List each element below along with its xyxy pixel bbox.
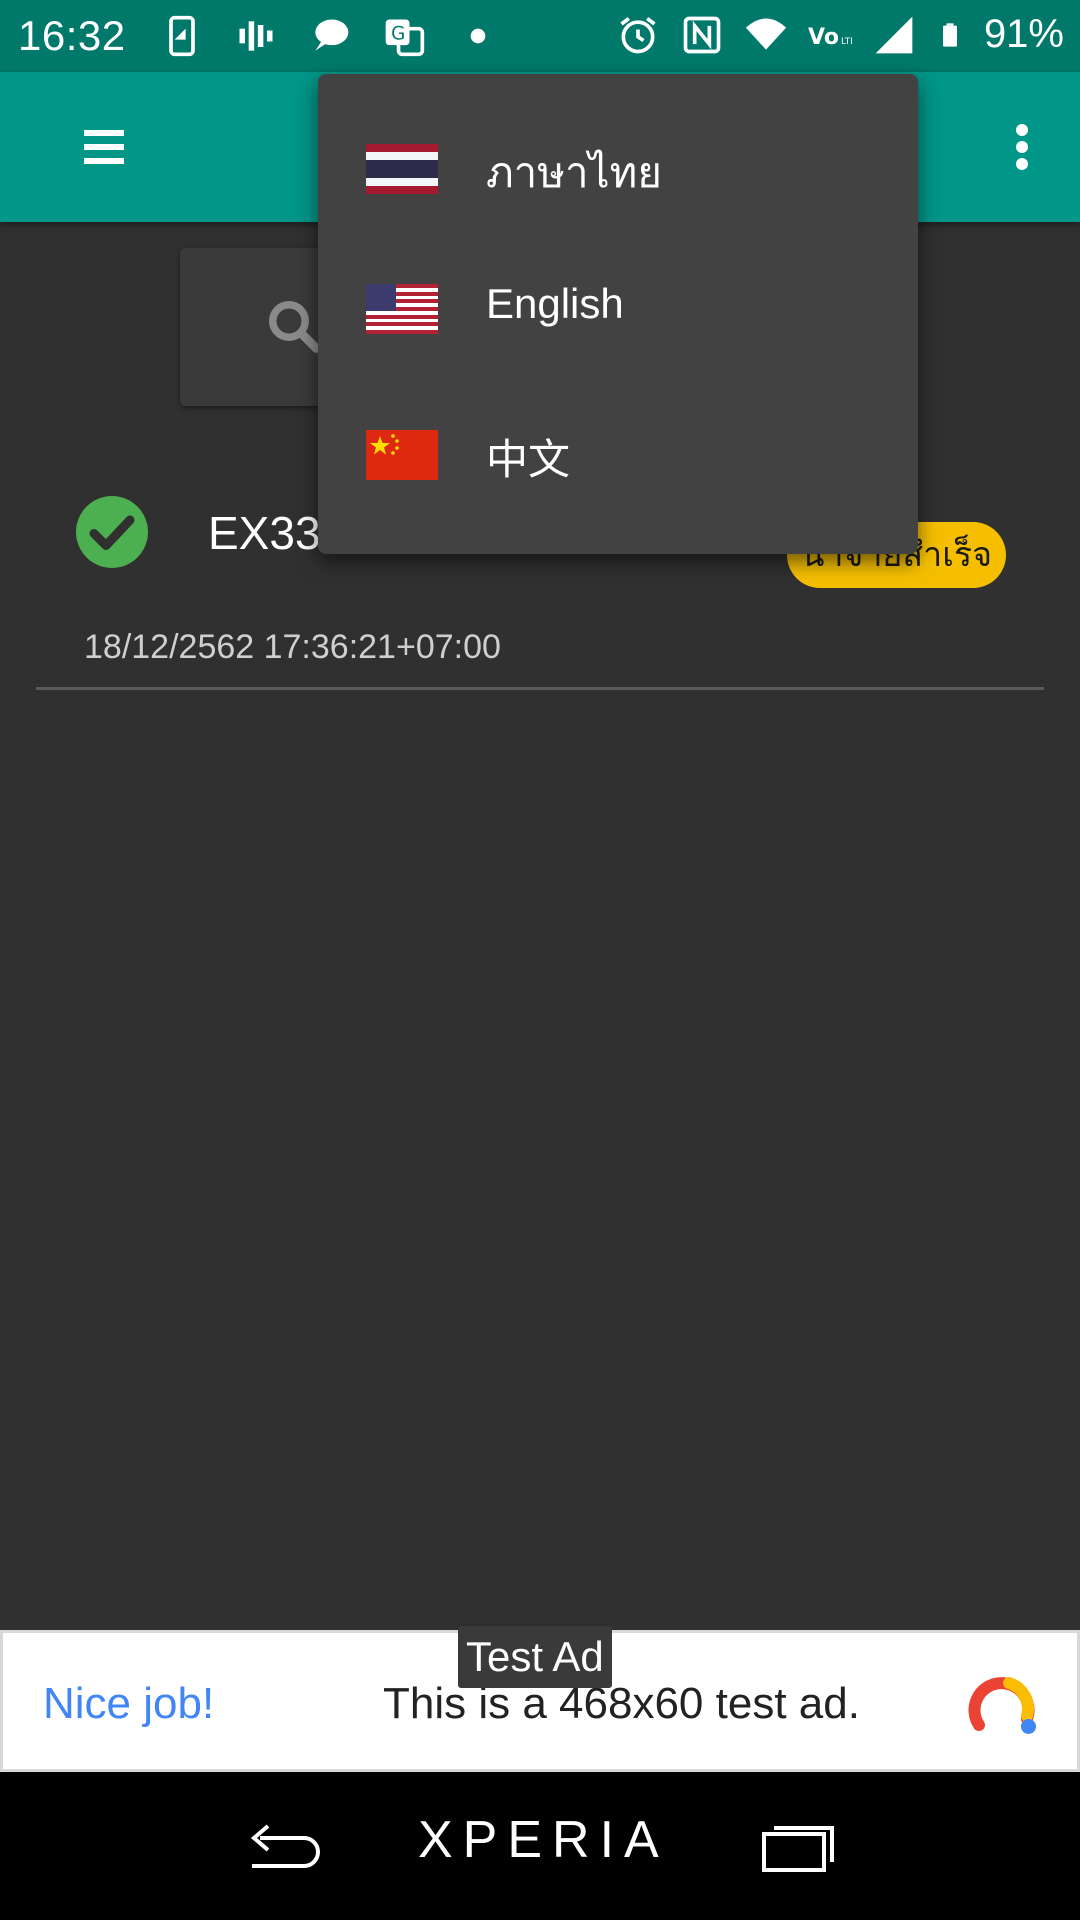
item-title: EX33 [208, 507, 321, 559]
volte-icon: VoLTE [808, 24, 852, 49]
battery-icon [942, 22, 957, 47]
wifi-icon [745, 18, 787, 50]
nfc-icon [683, 16, 721, 53]
status-time: 16:32 [18, 12, 126, 59]
equalizer-icon [239, 21, 273, 51]
search-icon [269, 301, 321, 353]
recent-apps-icon[interactable] [760, 1818, 836, 1874]
more-vert-icon[interactable] [992, 112, 1052, 182]
menu-item-english[interactable]: English [318, 234, 918, 374]
menu-item-label: ภาษาไทย [486, 148, 662, 197]
status-bar: 16:32 G VoLTE 91% [0, 0, 1080, 72]
xperia-brand: XPERIA [418, 1811, 669, 1869]
alarm-icon [620, 16, 656, 53]
ad-body: This is a 468x60 test ad. [383, 1679, 860, 1728]
menu-item-label: English [486, 280, 624, 327]
back-icon[interactable] [242, 1818, 326, 1874]
usa-flag-icon [366, 284, 438, 334]
china-flag-icon [366, 430, 438, 480]
menu-item-label: 中文 [486, 435, 571, 484]
check-circle-icon [76, 496, 148, 568]
menu-item-chinese[interactable]: 中文 [318, 380, 918, 520]
dot-icon [470, 28, 486, 44]
admob-logo-icon [968, 1677, 1036, 1734]
svg-text:Vo: Vo [808, 24, 839, 49]
svg-text:G: G [391, 24, 405, 45]
chat-bubble-icon [315, 19, 349, 51]
translate-icon: G [385, 19, 425, 57]
cell-signal-icon [875, 16, 913, 53]
item-datetime: 18/12/2562 17:36:21+07:00 [84, 628, 501, 666]
app-screen: 16:32 G VoLTE 91% [0, 0, 1080, 1920]
menu-item-thai[interactable]: ภาษาไทย [318, 94, 918, 234]
thailand-flag-icon [366, 144, 438, 194]
status-notification-icons: G [160, 14, 500, 58]
battery-percent: 91% [983, 12, 1064, 56]
hamburger-menu-icon[interactable] [64, 112, 144, 182]
ad-headline: Nice job! [43, 1679, 215, 1728]
test-ad-label: Test Ad [458, 1626, 612, 1688]
language-menu: ภาษาไทย English 中文 [318, 74, 918, 554]
status-system-icons: VoLTE 91% [616, 12, 1064, 57]
screenshot-icon [169, 15, 195, 57]
navigation-bar: XPERIA [0, 1772, 1080, 1920]
svg-text:LTE: LTE [841, 36, 852, 46]
